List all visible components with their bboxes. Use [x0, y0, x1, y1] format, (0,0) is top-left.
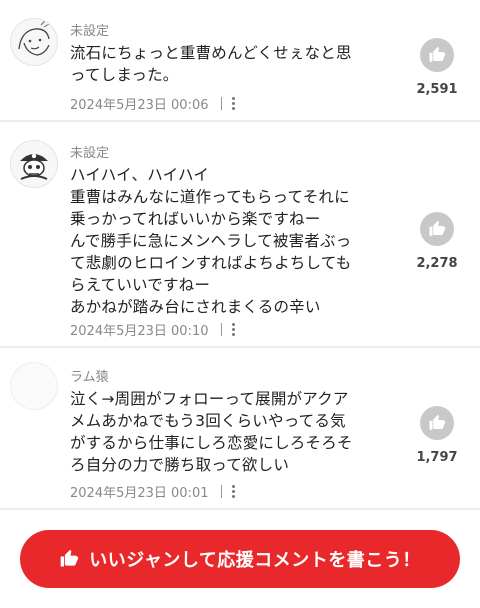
comment-meta: 2024年5月23日 00:10: [70, 320, 235, 339]
username: 未設定: [70, 24, 110, 39]
comment-meta: 2024年5月23日 00:06: [70, 94, 235, 113]
pirate-skull-icon: [20, 153, 48, 180]
more-options-icon[interactable]: [231, 323, 235, 336]
thumbs-up-icon: [59, 549, 79, 569]
comment-item: 未設定 流石にちょっと重曹めんどくせぇなと思 ってしまった。 2024年5月23…: [0, 0, 480, 122]
like-count: 2,278: [416, 256, 458, 271]
comment-item: ラム猿 泣く→周囲がフォローって展開がアクア メムあかねでもう3回くらいやってる…: [0, 348, 480, 510]
avatar[interactable]: [10, 362, 58, 410]
divider: [220, 323, 222, 336]
avatar[interactable]: [10, 140, 58, 188]
comment-text: 泣く→周囲がフォローって展開がアクア メムあかねでもう3回くらいやってる気 がす…: [70, 390, 353, 474]
username: ラム猿: [70, 370, 109, 385]
divider: [220, 485, 222, 498]
thumbs-up-icon: [429, 414, 446, 430]
comment-date: 2024年5月23日 00:01: [70, 486, 209, 501]
comment-meta: 2024年5月23日 00:01: [70, 482, 235, 501]
comment-text: 流石にちょっと重曹めんどくせぇなと思 ってしまった。: [70, 44, 352, 84]
like-button[interactable]: [420, 38, 454, 72]
comment-date: 2024年5月23日 00:10: [70, 324, 209, 339]
avatar[interactable]: [10, 18, 58, 66]
comment-item: 未設定 ハイハイ、ハイハイ 重曹はみんなに道作ってもらってそれに 乗っかってれば…: [0, 122, 480, 348]
thumbs-up-icon: [429, 46, 446, 62]
doodle-face-icon: [18, 20, 50, 56]
like-area: 1,797: [402, 406, 472, 465]
like-area: 2,591: [402, 38, 472, 97]
thumbs-up-icon: [429, 220, 446, 236]
more-options-icon[interactable]: [231, 97, 235, 110]
like-button[interactable]: [420, 406, 454, 440]
username: 未設定: [70, 146, 110, 161]
like-count: 1,797: [416, 450, 458, 465]
like-area: 2,278: [402, 212, 472, 271]
blank-avatar-icon: [11, 363, 57, 409]
more-options-icon[interactable]: [231, 485, 235, 498]
write-comment-button[interactable]: いいジャンして応援コメントを書こう！: [20, 530, 460, 588]
write-comment-label: いいジャンして応援コメントを書こう！: [89, 550, 421, 571]
divider: [220, 97, 222, 110]
comment-text: ハイハイ、ハイハイ 重曹はみんなに道作ってもらってそれに 乗っかってればいいから…: [70, 166, 352, 316]
like-count: 2,591: [416, 82, 458, 97]
comment-date: 2024年5月23日 00:06: [70, 98, 209, 113]
like-button[interactable]: [420, 212, 454, 246]
